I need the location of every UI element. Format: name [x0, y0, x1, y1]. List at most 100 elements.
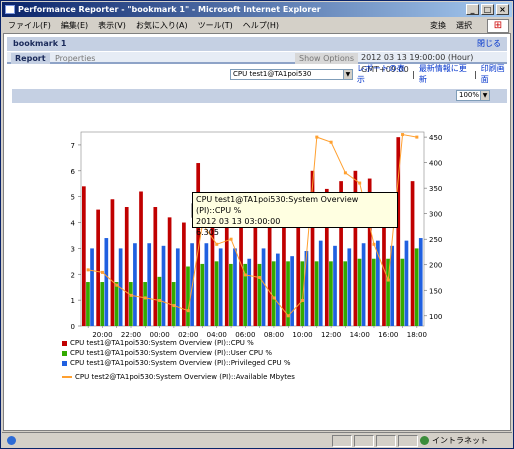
bar-priv: [275, 253, 280, 326]
bar-user: [314, 261, 319, 326]
tooltip-time: 2012 03 13 03:00:00: [196, 217, 281, 226]
point-mbytes: [286, 314, 290, 318]
bar-priv: [318, 240, 323, 326]
zoom-select[interactable]: 100% ▼: [456, 90, 490, 101]
point-mbytes: [272, 296, 276, 300]
point-mbytes: [186, 309, 190, 313]
close-button[interactable]: ×: [496, 4, 509, 15]
point-mbytes: [329, 140, 333, 144]
bar-user: [128, 282, 133, 326]
zone-indicator: イントラネット: [420, 433, 488, 448]
print-link[interactable]: 印刷画面: [481, 63, 510, 85]
chevron-down-icon[interactable]: ▼: [480, 91, 489, 100]
y-right-tick-label: 250: [429, 236, 442, 244]
point-mbytes: [372, 242, 376, 246]
bar-cpu: [124, 207, 129, 326]
bar-cpu: [139, 191, 143, 326]
bar-priv: [175, 248, 180, 326]
legend-item: CPU test1@TA1poi530:System Overview (PI)…: [62, 338, 295, 348]
select-button[interactable]: 選択: [456, 20, 472, 31]
bar-priv: [418, 238, 423, 326]
menu-tools[interactable]: ツール(T): [198, 20, 233, 31]
point-mbytes: [386, 278, 390, 282]
convert-button[interactable]: 変換: [430, 20, 446, 31]
bar-user: [100, 282, 105, 326]
report-select[interactable]: CPU test1@TA1poi530 ▼: [230, 68, 353, 80]
bookmark-header: bookmark 1 閉じる: [7, 37, 507, 51]
point-mbytes: [243, 273, 247, 277]
tooltip-value: 6.305: [196, 228, 219, 237]
x-tick-label: 12:00: [321, 331, 341, 339]
legend-label-user: CPU test1@TA1poi530:System Overview (PI)…: [70, 349, 272, 357]
y-left-tick-label: 7: [71, 142, 75, 150]
bar-priv: [361, 243, 366, 326]
menu-bar: ファイル(F) 編集(E) 表示(V) お気に入り(A) ツール(T) ヘルプ(…: [2, 18, 512, 32]
bar-user: [329, 261, 333, 326]
menu-file[interactable]: ファイル(F): [8, 20, 51, 31]
show-options-button[interactable]: Show Options: [295, 53, 358, 64]
report-controls: CPU test1@TA1poi530 ▼ レポートの表示 | 最新情報に更新 …: [230, 64, 510, 84]
windows-logo-icon: ⊞: [487, 19, 509, 33]
bar-priv: [247, 258, 252, 326]
title-bar: Performance Reporter - "bookmark 1" - Mi…: [2, 2, 512, 17]
menu-view[interactable]: 表示(V): [98, 20, 126, 31]
point-mbytes: [343, 171, 347, 175]
bar-user: [214, 261, 219, 326]
point-mbytes: [143, 296, 147, 300]
legend-swatch-user: [62, 350, 67, 356]
point-mbytes: [86, 268, 90, 272]
legend-label-cpu: CPU test1@TA1poi530:System Overview (PI)…: [70, 339, 254, 347]
close-link[interactable]: 閉じる: [477, 37, 501, 51]
bar-cpu: [153, 207, 158, 326]
legend-label-priv: CPU test1@TA1poi530:System Overview (PI)…: [70, 359, 291, 367]
y-right-tick-label: 400: [429, 160, 442, 168]
point-mbytes: [229, 237, 233, 241]
bar-cpu: [410, 181, 415, 326]
window-controls: _ □ ×: [466, 4, 509, 15]
zone-label: イントラネット: [432, 436, 488, 445]
legend-item: CPU test2@TA1poi530:System Overview (PI)…: [62, 372, 295, 382]
refresh-link[interactable]: 最新情報に更新: [419, 63, 470, 85]
point-mbytes: [415, 135, 419, 139]
maximize-button[interactable]: □: [481, 4, 494, 15]
bar-priv: [333, 245, 337, 326]
bar-user: [414, 248, 419, 326]
chart-tooltip: CPU test1@TA1poi530:System Overview (PI)…: [192, 192, 398, 237]
menu-help[interactable]: ヘルプ(H): [243, 20, 279, 31]
bar-priv: [404, 240, 409, 326]
bar-user: [371, 258, 376, 326]
ie-icon: [5, 5, 15, 14]
chevron-down-icon[interactable]: ▼: [342, 69, 352, 79]
bar-cpu: [82, 186, 86, 326]
bar-user: [171, 282, 176, 326]
ime-tools: 変換 選択: [430, 18, 472, 32]
bookmark-title: bookmark 1: [13, 39, 67, 48]
legend-swatch-priv: [62, 360, 67, 366]
y-left-tick-label: 6: [71, 168, 76, 176]
chart-legend: CPU test1@TA1poi530:System Overview (PI)…: [62, 338, 295, 382]
bar-priv: [304, 250, 309, 326]
point-mbytes: [215, 242, 219, 246]
window-title: Performance Reporter - "bookmark 1" - Mi…: [18, 5, 321, 14]
bar-priv: [204, 243, 209, 326]
bar-user: [343, 261, 348, 326]
minimize-button[interactable]: _: [466, 4, 479, 15]
point-mbytes: [172, 304, 176, 308]
point-mbytes: [301, 298, 305, 302]
y-right-tick-label: 350: [429, 185, 442, 193]
menu-favorites[interactable]: お気に入り(A): [136, 20, 188, 31]
y-right-tick-label: 100: [429, 313, 442, 321]
bar-priv: [104, 238, 109, 326]
y-right-tick-label: 450: [429, 134, 442, 142]
zoom-value: 100%: [459, 91, 480, 99]
tab-properties[interactable]: Properties: [51, 53, 99, 64]
bar-cpu: [182, 222, 186, 326]
x-tick-label: 10:00: [292, 331, 312, 339]
intranet-icon: [420, 436, 429, 445]
x-tick-label: 18:00: [407, 331, 427, 339]
tab-report[interactable]: Report: [11, 53, 50, 64]
menu-edit[interactable]: 編集(E): [61, 20, 88, 31]
status-bar: イントラネット: [2, 432, 512, 448]
legend-item: CPU test1@TA1poi530:System Overview (PI)…: [62, 348, 295, 358]
show-report-link[interactable]: レポートの表示: [357, 63, 408, 85]
